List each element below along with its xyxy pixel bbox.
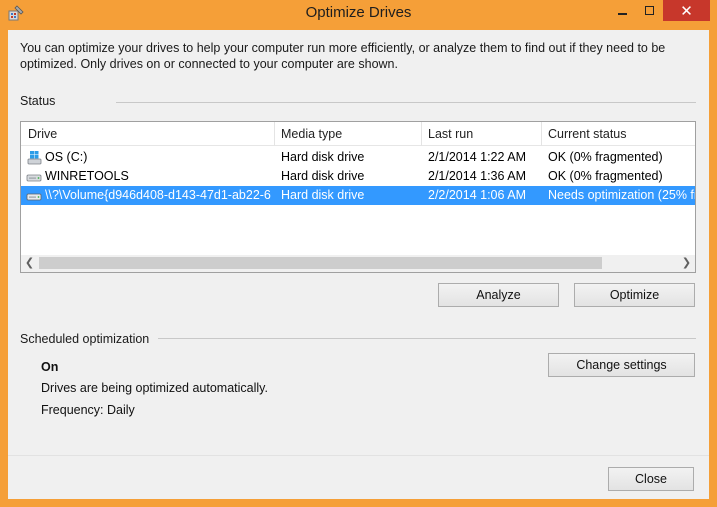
media-type: Hard disk drive — [281, 188, 365, 202]
current-status: OK (0% fragmented) — [548, 150, 663, 164]
horizontal-scrollbar[interactable]: ❮ ❯ — [21, 255, 695, 272]
column-header-current-status[interactable]: Current status — [541, 122, 695, 146]
close-icon: ✕ — [680, 2, 693, 20]
last-run: 2/1/2014 1:36 AM — [428, 169, 526, 183]
close-button[interactable]: Close — [608, 467, 694, 491]
status-separator — [116, 102, 696, 103]
drive-name: WINRETOOLS — [45, 169, 129, 183]
minimize-icon — [617, 12, 627, 15]
list-header: Drive Media type Last run Current status — [21, 122, 695, 146]
scroll-right-icon[interactable]: ❯ — [678, 255, 695, 272]
windows-drive-icon — [27, 151, 42, 165]
change-settings-button[interactable]: Change settings — [548, 353, 695, 377]
drives-list[interactable]: Drive Media type Last run Current status… — [20, 121, 696, 273]
last-run: 2/1/2014 1:22 AM — [428, 150, 526, 164]
media-type: Hard disk drive — [281, 150, 365, 164]
intro-text: You can optimize your drives to help you… — [20, 41, 666, 71]
maximize-button[interactable] — [636, 0, 662, 21]
drive-row[interactable]: OS (C:) Hard disk drive 2/1/2014 1:22 AM… — [21, 148, 695, 167]
column-header-last-run[interactable]: Last run — [421, 122, 541, 146]
close-window-button[interactable]: ✕ — [663, 0, 710, 21]
hard-drive-icon — [26, 193, 42, 201]
drive-row-selected[interactable]: \\?\Volume{d946d408-d143-47d1-ab22-6... … — [21, 186, 695, 205]
media-type: Hard disk drive — [281, 169, 365, 183]
minimize-button[interactable] — [609, 0, 635, 21]
status-section-label: Status — [20, 94, 56, 108]
schedule-state: On — [41, 360, 59, 374]
dialog-client-area: You can optimize your drives to help you… — [8, 30, 709, 499]
optimize-drives-window: Optimize Drives ✕ You can optimize your … — [0, 0, 717, 507]
drive-name: \\?\Volume{d946d408-d143-47d1-ab22-6... — [45, 188, 271, 202]
schedule-description: Drives are being optimized automatically… — [41, 381, 268, 395]
title-bar[interactable]: Optimize Drives ✕ — [0, 0, 717, 27]
current-status: OK (0% fragmented) — [548, 169, 663, 183]
hard-drive-icon — [26, 174, 42, 182]
scheduled-separator — [158, 338, 696, 339]
scheduled-section-label: Scheduled optimization — [20, 332, 150, 346]
current-status: Needs optimization (25% fra — [548, 188, 695, 202]
scroll-left-icon[interactable]: ❮ — [21, 255, 38, 272]
drive-row[interactable]: WINRETOOLS Hard disk drive 2/1/2014 1:36… — [21, 167, 695, 186]
optimize-button[interactable]: Optimize — [574, 283, 695, 307]
analyze-button[interactable]: Analyze — [438, 283, 559, 307]
column-header-media-type[interactable]: Media type — [274, 122, 421, 146]
drive-name: OS (C:) — [45, 150, 88, 164]
dialog-footer: Close — [8, 455, 709, 499]
schedule-frequency: Frequency: Daily — [41, 403, 135, 417]
last-run: 2/2/2014 1:06 AM — [428, 188, 526, 202]
maximize-icon — [644, 6, 654, 15]
column-header-drive[interactable]: Drive — [21, 122, 274, 146]
scrollbar-thumb[interactable] — [39, 257, 602, 269]
